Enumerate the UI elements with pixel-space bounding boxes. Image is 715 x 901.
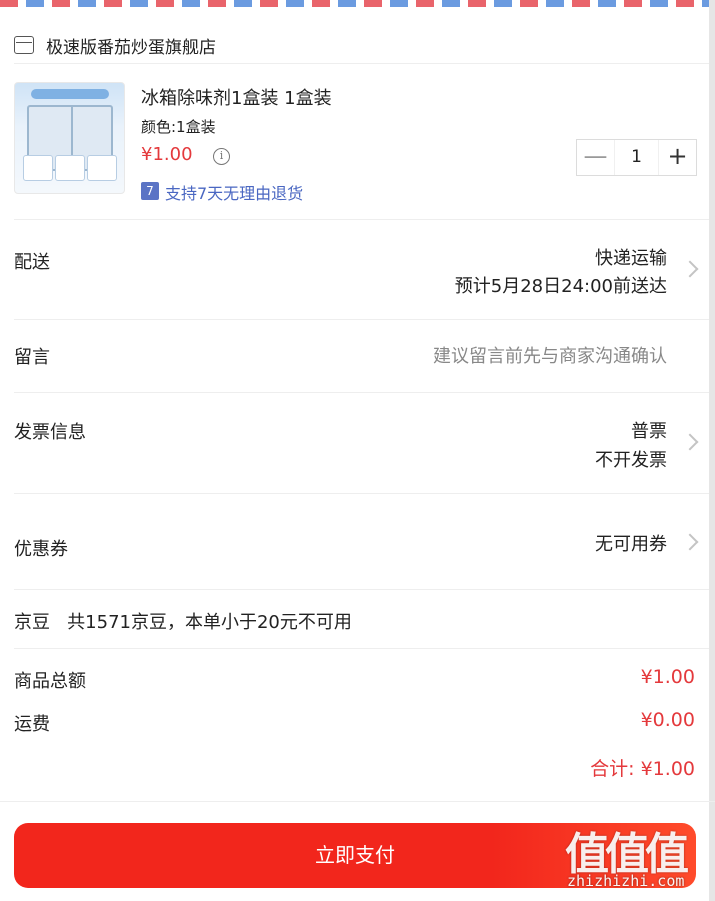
return-policy-text[interactable]: 支持7天无理由退货: [165, 180, 303, 204]
delivery-label: 配送: [14, 252, 50, 273]
divider: [0, 801, 715, 802]
product-price: ¥1.00: [141, 144, 193, 165]
increase-quantity-button[interactable]: +: [659, 140, 696, 175]
shop-name[interactable]: 极速版番茄炒蛋旗舰店: [46, 33, 216, 58]
product-title[interactable]: 冰箱除味剂1盒装 1盒装: [141, 84, 332, 110]
product-box-graphic: [87, 155, 117, 181]
product-box-graphic: [23, 155, 53, 181]
image-banner: [31, 89, 109, 99]
divider: [14, 63, 709, 64]
message-label: 留言: [14, 347, 50, 368]
goods-total-value: ¥1.00: [640, 666, 695, 688]
message-input[interactable]: 建议留言前先与商家沟通确认: [433, 342, 667, 368]
quantity-stepper[interactable]: — 1 +: [576, 139, 697, 176]
divider: [14, 589, 709, 590]
invoice-status: 不开发票: [595, 450, 667, 471]
divider: [14, 392, 709, 393]
chevron-right-icon: [681, 260, 699, 278]
product-image[interactable]: [14, 82, 125, 194]
coupon-value: 无可用券: [595, 534, 667, 555]
divider: [14, 319, 709, 320]
envelope-stripe: [0, 0, 715, 7]
shipping-label: 运费: [14, 714, 50, 735]
delivery-method: 快递运输: [595, 248, 667, 269]
invoice-type: 普票: [631, 421, 667, 442]
chevron-right-icon: [681, 433, 699, 451]
info-icon[interactable]: i: [213, 148, 230, 165]
shipping-value: ¥0.00: [640, 709, 695, 731]
jingdou-row: 京豆 共1571京豆，本单小于20元不可用: [14, 612, 352, 633]
decrease-quantity-button[interactable]: —: [577, 140, 614, 175]
store-icon: [14, 36, 34, 54]
scrollbar[interactable]: [709, 0, 715, 901]
pay-now-button[interactable]: 立即支付: [14, 823, 696, 888]
divider: [14, 648, 709, 649]
product-spec: 颜色:1盒装: [141, 118, 216, 136]
quantity-value[interactable]: 1: [614, 140, 659, 175]
seven-day-return-icon: 7: [141, 182, 159, 200]
shop-header[interactable]: 极速版番茄炒蛋旗舰店: [14, 30, 216, 60]
goods-total-label: 商品总额: [14, 671, 86, 692]
invoice-label: 发票信息: [14, 422, 86, 443]
chevron-right-icon: [681, 533, 699, 551]
delivery-eta: 预计5月28日24:00前送达: [454, 276, 667, 297]
product-box-graphic: [55, 155, 85, 181]
order-total: 合计: ¥1.00: [590, 758, 695, 780]
divider: [14, 219, 709, 220]
coupon-label: 优惠券: [14, 539, 68, 560]
divider: [14, 493, 709, 494]
